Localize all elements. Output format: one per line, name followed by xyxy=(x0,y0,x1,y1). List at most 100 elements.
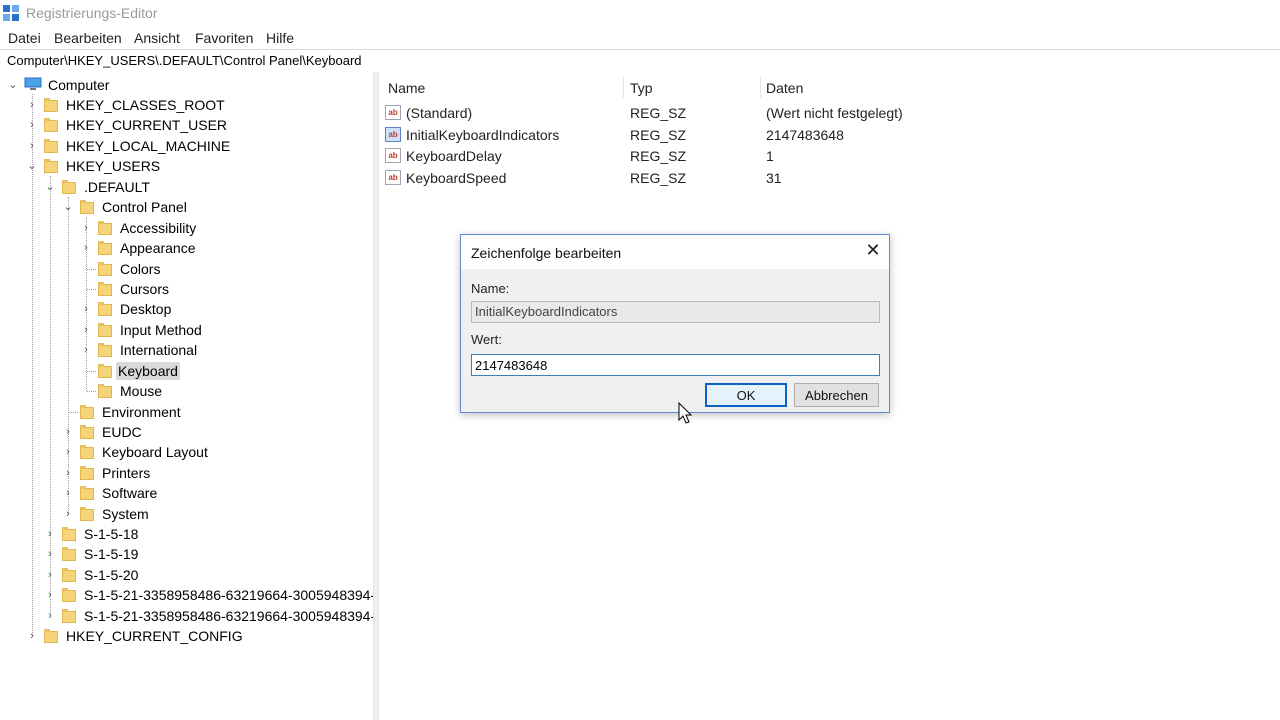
value-data: 2147483648 xyxy=(766,127,844,143)
tree-item-s-1-5-21-user[interactable]: › S-1-5-21-3358958486-63219664-300594839… xyxy=(0,585,373,605)
chevron-right-icon[interactable]: › xyxy=(80,323,92,337)
tree-item-label: Colors xyxy=(120,261,161,277)
menu-hilfe[interactable]: Hilfe xyxy=(266,30,294,46)
tree-item-eudc[interactable]: › EUDC xyxy=(0,422,373,442)
tree-item-label: Computer xyxy=(48,77,110,93)
chevron-right-icon[interactable]: › xyxy=(80,302,92,316)
tree-item-hkey-current-config[interactable]: › HKEY_CURRENT_CONFIG xyxy=(0,626,373,646)
chevron-down-icon[interactable]: ⌄ xyxy=(44,180,56,194)
chevron-right-icon[interactable]: › xyxy=(62,507,74,521)
folder-icon xyxy=(80,444,94,460)
folder-icon xyxy=(44,158,58,174)
tree-item-system[interactable]: › System xyxy=(0,504,373,524)
tree-item-software[interactable]: › Software xyxy=(0,483,373,503)
chevron-right-icon[interactable]: › xyxy=(80,343,92,357)
chevron-right-icon[interactable]: › xyxy=(62,466,74,480)
tree-item-international[interactable]: › International xyxy=(0,340,373,360)
value-type: REG_SZ xyxy=(630,148,687,164)
chevron-right-icon[interactable]: › xyxy=(44,568,56,582)
value-row[interactable]: ab KeyboardDelay REG_SZ 1 xyxy=(379,145,1280,167)
chevron-right-icon[interactable]: › xyxy=(26,98,38,112)
chevron-right-icon[interactable]: › xyxy=(44,609,56,623)
dialog-title-bar[interactable]: Zeichenfolge bearbeiten ✕ xyxy=(461,235,889,269)
chevron-right-icon[interactable]: › xyxy=(62,445,74,459)
tree-item-hkey-local-machine[interactable]: › HKEY_LOCAL_MACHINE xyxy=(0,136,373,156)
tree-item-desktop[interactable]: › Desktop xyxy=(0,299,373,319)
tree-item-cursors[interactable]: Cursors xyxy=(0,279,373,299)
chevron-right-icon[interactable]: › xyxy=(26,629,38,643)
menu-bearbeiten[interactable]: Bearbeiten xyxy=(54,30,122,46)
regedit-icon xyxy=(3,5,19,21)
tree-item-input-method[interactable]: › Input Method xyxy=(0,320,373,340)
tree-item-label: Cursors xyxy=(120,281,170,297)
tree-item-label: Software xyxy=(102,485,158,501)
value-row[interactable]: ab (Standard) REG_SZ (Wert nicht festgel… xyxy=(379,102,1280,124)
tree-item-control-panel[interactable]: ⌄ Control Panel xyxy=(0,197,373,217)
folder-icon xyxy=(62,546,76,562)
tree-item-environment[interactable]: Environment xyxy=(0,402,373,422)
value-label: Wert: xyxy=(471,332,502,347)
column-header-data[interactable]: Daten xyxy=(766,80,803,96)
folder-icon xyxy=(80,199,94,215)
tree-item-computer[interactable]: ⌄ Computer xyxy=(0,75,373,95)
tree-item-label: HKEY_LOCAL_MACHINE xyxy=(66,138,231,154)
tree-item-appearance[interactable]: › Appearance xyxy=(0,238,373,258)
name-label: Name: xyxy=(471,281,510,296)
tree-item-mouse[interactable]: Mouse xyxy=(0,381,373,401)
tree-item-keyboard[interactable]: Keyboard xyxy=(0,361,373,381)
value-name: KeyboardDelay xyxy=(406,148,502,164)
folder-icon xyxy=(62,567,76,583)
column-separator[interactable] xyxy=(760,76,761,98)
close-icon[interactable]: ✕ xyxy=(865,241,881,259)
tree-item-default[interactable]: ⌄ .DEFAULT xyxy=(0,177,373,197)
menu-favoriten[interactable]: Favoriten xyxy=(195,30,253,46)
value-row[interactable]: ab KeyboardSpeed REG_SZ 31 xyxy=(379,167,1280,189)
menu-datei[interactable]: Datei xyxy=(8,30,41,46)
chevron-right-icon[interactable]: › xyxy=(26,139,38,153)
folder-icon xyxy=(98,383,112,399)
tree-item-printers[interactable]: › Printers xyxy=(0,463,373,483)
tree-item-hkey-classes-root[interactable]: › HKEY_CLASSES_ROOT xyxy=(0,95,373,115)
tree-item-keyboard-layout[interactable]: › Keyboard Layout xyxy=(0,442,373,462)
tree-line xyxy=(87,391,96,392)
folder-icon xyxy=(62,526,76,542)
chevron-right-icon[interactable]: › xyxy=(44,588,56,602)
chevron-right-icon[interactable]: › xyxy=(26,118,38,132)
chevron-right-icon[interactable]: › xyxy=(62,486,74,500)
tree-item-hkey-users[interactable]: ⌄ HKEY_USERS xyxy=(0,156,373,176)
menu-ansicht[interactable]: Ansicht xyxy=(134,30,180,46)
chevron-right-icon[interactable]: › xyxy=(80,241,92,255)
chevron-down-icon[interactable]: ⌄ xyxy=(26,159,38,173)
chevron-right-icon[interactable]: › xyxy=(44,547,56,561)
address-path[interactable]: Computer\HKEY_USERS\.DEFAULT\Control Pan… xyxy=(7,53,362,68)
tree-item-hkey-current-user[interactable]: › HKEY_CURRENT_USER xyxy=(0,115,373,135)
value-type: REG_SZ xyxy=(630,127,687,143)
tree-item-label: Input Method xyxy=(120,322,202,338)
cancel-button[interactable]: Abbrechen xyxy=(794,383,879,407)
chevron-down-icon[interactable]: ⌄ xyxy=(62,200,74,214)
value-input[interactable] xyxy=(471,354,880,376)
tree-item-s-1-5-20[interactable]: › S-1-5-20 xyxy=(0,565,373,585)
folder-icon xyxy=(44,117,58,133)
chevron-right-icon[interactable]: › xyxy=(80,221,92,235)
tree-item-accessibility[interactable]: › Accessibility xyxy=(0,218,373,238)
tree-item-s-1-5-21-classes[interactable]: › S-1-5-21-3358958486-63219664-300594839… xyxy=(0,606,373,626)
address-bar[interactable]: Computer\HKEY_USERS\.DEFAULT\Control Pan… xyxy=(0,49,1280,73)
tree-line xyxy=(87,269,96,270)
folder-icon xyxy=(44,138,58,154)
computer-icon xyxy=(24,77,42,90)
mouse-cursor-icon xyxy=(678,402,693,424)
value-row[interactable]: ab InitialKeyboardIndicators REG_SZ 2147… xyxy=(379,124,1280,146)
column-header-type[interactable]: Typ xyxy=(630,80,653,96)
tree-item-label: S-1-5-20 xyxy=(84,567,139,583)
column-header-name[interactable]: Name xyxy=(388,80,425,96)
tree-item-s-1-5-18[interactable]: › S-1-5-18 xyxy=(0,524,373,544)
column-separator[interactable] xyxy=(623,76,624,98)
tree-item-s-1-5-19[interactable]: › S-1-5-19 xyxy=(0,544,373,564)
chevron-right-icon[interactable]: › xyxy=(44,527,56,541)
chevron-right-icon[interactable]: › xyxy=(62,425,74,439)
tree-pane[interactable]: ⌄ Computer › HKEY_CLASSES_ROOT › HKEY_CU… xyxy=(0,72,373,720)
chevron-down-icon[interactable]: ⌄ xyxy=(7,78,19,92)
ok-button[interactable]: OK xyxy=(705,383,787,407)
tree-item-colors[interactable]: Colors xyxy=(0,259,373,279)
